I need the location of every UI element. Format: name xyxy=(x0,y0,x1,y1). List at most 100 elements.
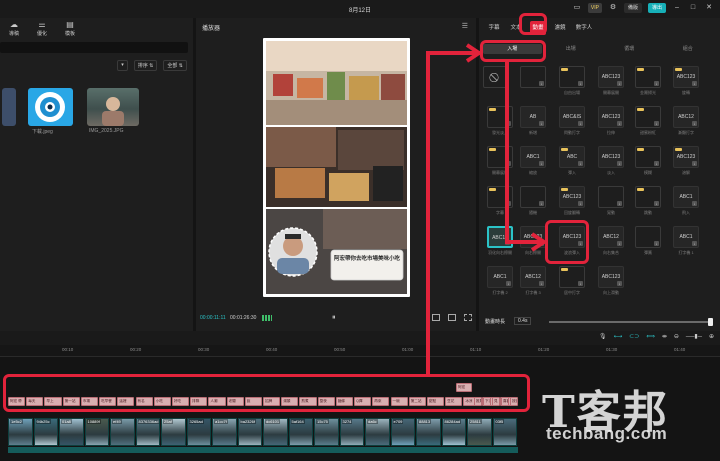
effect-cell[interactable]: ↓ xyxy=(635,146,661,168)
download-icon[interactable]: ↓ xyxy=(539,81,544,86)
effect-cell[interactable]: ABC123↓ xyxy=(598,106,624,128)
download-icon[interactable]: ↓ xyxy=(506,281,511,286)
effect-cell[interactable]: ↓ xyxy=(635,106,661,128)
download-icon[interactable]: ↓ xyxy=(692,201,697,206)
effect-cell[interactable]: ↓ xyxy=(487,106,513,128)
download-icon[interactable]: ↓ xyxy=(654,201,659,206)
effect-cell[interactable]: ABC12↓ xyxy=(673,106,699,128)
video-clip[interactable]: 8376336ad xyxy=(135,418,160,446)
download-icon[interactable]: ↓ xyxy=(692,121,697,126)
download-icon[interactable]: ↓ xyxy=(617,161,622,166)
split-icon[interactable]: ⇹ xyxy=(662,333,667,340)
download-icon[interactable]: ↓ xyxy=(578,81,583,86)
effect-cell[interactable]: ABC123↓ xyxy=(598,146,624,168)
filter-all-button[interactable]: 全部 ⇅ xyxy=(163,60,187,71)
download-icon[interactable]: ↓ xyxy=(617,81,622,86)
download-icon[interactable]: ↓ xyxy=(617,121,622,126)
download-icon[interactable]: ↓ xyxy=(539,201,544,206)
effect-cell[interactable]: ABC123↓ xyxy=(673,146,699,168)
video-clip[interactable]: 3265ad xyxy=(186,418,211,446)
media-thumb-person[interactable] xyxy=(87,88,139,126)
effect-cell[interactable]: ↓ xyxy=(487,186,513,208)
video-clip[interactable]: 01a8 xyxy=(59,418,84,446)
video-clip[interactable]: 86284ad xyxy=(441,418,466,446)
video-clip[interactable]: 25811 xyxy=(467,418,492,446)
mic-icon[interactable]: 🎙 xyxy=(599,333,607,340)
snap-icon[interactable]: ⟺ xyxy=(646,333,655,340)
tab-0[interactable]: 字幕 xyxy=(483,21,505,35)
ratio-icon[interactable] xyxy=(448,314,456,321)
download-icon[interactable]: ↓ xyxy=(654,161,659,166)
media-thumb-partial[interactable] xyxy=(2,88,16,126)
effect-cell[interactable]: ABC12↓ xyxy=(598,226,624,248)
effect-cell[interactable]: ↓ xyxy=(520,186,546,208)
effect-cell[interactable]: AB ↓ xyxy=(520,106,546,128)
download-icon[interactable]: ↓ xyxy=(692,161,697,166)
download-icon[interactable]: ↓ xyxy=(578,161,583,166)
maximize-icon[interactable]: □ xyxy=(688,3,698,13)
gear-icon[interactable]: ⚙ xyxy=(608,3,618,13)
effect-cell[interactable]: ↓ xyxy=(635,226,661,248)
video-clip[interactable]: 03f5 xyxy=(492,418,517,446)
download-icon[interactable]: ↓ xyxy=(654,81,659,86)
effect-cell[interactable]: ABC123↓ xyxy=(673,66,699,88)
video-clip[interactable]: da6c xyxy=(365,418,390,446)
effect-cell[interactable]: ABC12↓ xyxy=(487,226,513,248)
minimize-icon[interactable]: – xyxy=(672,3,682,13)
menu-icon[interactable]: ☰ xyxy=(462,22,468,30)
media-tab-import[interactable]: ☁ 導稿 xyxy=(0,18,28,40)
download-icon[interactable]: ↓ xyxy=(578,281,583,286)
effect-cell[interactable]: ABC1 ↓ xyxy=(520,146,546,168)
subtitle-caption[interactable]: 阿宏帶你去吃市場美味小吃 xyxy=(333,256,401,263)
play-pause-button[interactable]: ⏸ xyxy=(332,314,336,322)
media-thumb-eye[interactable] xyxy=(28,88,73,126)
video-preview[interactable]: 阿宏帶你去吃市場美味小吃 xyxy=(263,38,410,297)
effect-cell[interactable]: ↓ xyxy=(559,66,585,88)
audio-track[interactable] xyxy=(8,447,518,453)
duration-slider-handle[interactable] xyxy=(708,318,713,326)
video-clip[interactable]: 25af xyxy=(161,418,186,446)
video-clip[interactable]: 5af164 xyxy=(288,418,313,446)
effect-cell[interactable]: ABC123↓ xyxy=(598,266,624,288)
effect-cell[interactable]: ABC12↓ xyxy=(520,266,546,288)
download-icon[interactable]: ↓ xyxy=(578,121,583,126)
link-clips-icon[interactable]: ⟷ xyxy=(614,333,623,340)
effect-cell[interactable]: ABC123↓ xyxy=(598,66,624,88)
zoom-out-icon[interactable]: ⊖ xyxy=(674,333,679,340)
tab-4[interactable]: 數字人 xyxy=(571,21,597,35)
video-clip[interactable]: ef49 xyxy=(110,418,135,446)
duration-slider[interactable] xyxy=(549,321,709,323)
download-icon[interactable]: ↓ xyxy=(692,81,697,86)
download-icon[interactable]: ↓ xyxy=(654,121,659,126)
media-search-bar[interactable] xyxy=(0,42,188,53)
export-button[interactable]: 導出 xyxy=(647,3,666,13)
download-icon[interactable]: ↓ xyxy=(539,121,544,126)
effect-cell[interactable]: ABC1 ↓ xyxy=(487,266,513,288)
sort-button[interactable]: 排序 ⇅ xyxy=(133,60,158,71)
effect-cell[interactable]: ↓ xyxy=(520,66,546,88)
download-icon[interactable]: ↓ xyxy=(617,281,622,286)
video-clip[interactable]: 3274 xyxy=(339,418,364,446)
video-clip[interactable]: 1e5c2 xyxy=(8,418,33,446)
subtab-1[interactable]: 出場 xyxy=(542,44,601,54)
video-clip[interactable]: dc6101 xyxy=(263,418,288,446)
video-clip[interactable]: 88813 xyxy=(416,418,441,446)
zoom-in-icon[interactable]: ⊕ xyxy=(709,333,714,340)
download-icon[interactable]: ↓ xyxy=(539,281,544,286)
close-icon[interactable]: ✕ xyxy=(704,3,714,13)
effect-cell[interactable]: ↓ xyxy=(598,186,624,208)
effect-cell[interactable]: ABC123↓ xyxy=(559,186,585,208)
layout-icon[interactable]: ▭ xyxy=(572,3,582,13)
download-icon[interactable]: ↓ xyxy=(654,241,659,246)
video-clip[interactable]: 10889f xyxy=(84,418,109,446)
download-icon[interactable]: ↓ xyxy=(692,241,697,246)
video-clip[interactable]: 94b25c xyxy=(33,418,58,446)
media-tab-template[interactable]: ▤ 模板 xyxy=(56,18,84,40)
fullscreen-icon[interactable] xyxy=(464,314,472,321)
timeline-ruler[interactable]: 00:10 00:20 00:30 00:40 00:50 01:00 01:10 01:20… xyxy=(0,345,720,357)
tab-3[interactable]: 濾鏡 xyxy=(549,21,571,35)
subtab-3[interactable]: 組合 xyxy=(659,44,718,54)
effect-cell[interactable]: ABC ↓ xyxy=(559,146,585,168)
effect-cell[interactable]: ↓ xyxy=(487,146,513,168)
video-clip[interactable]: ba2326f xyxy=(237,418,262,446)
